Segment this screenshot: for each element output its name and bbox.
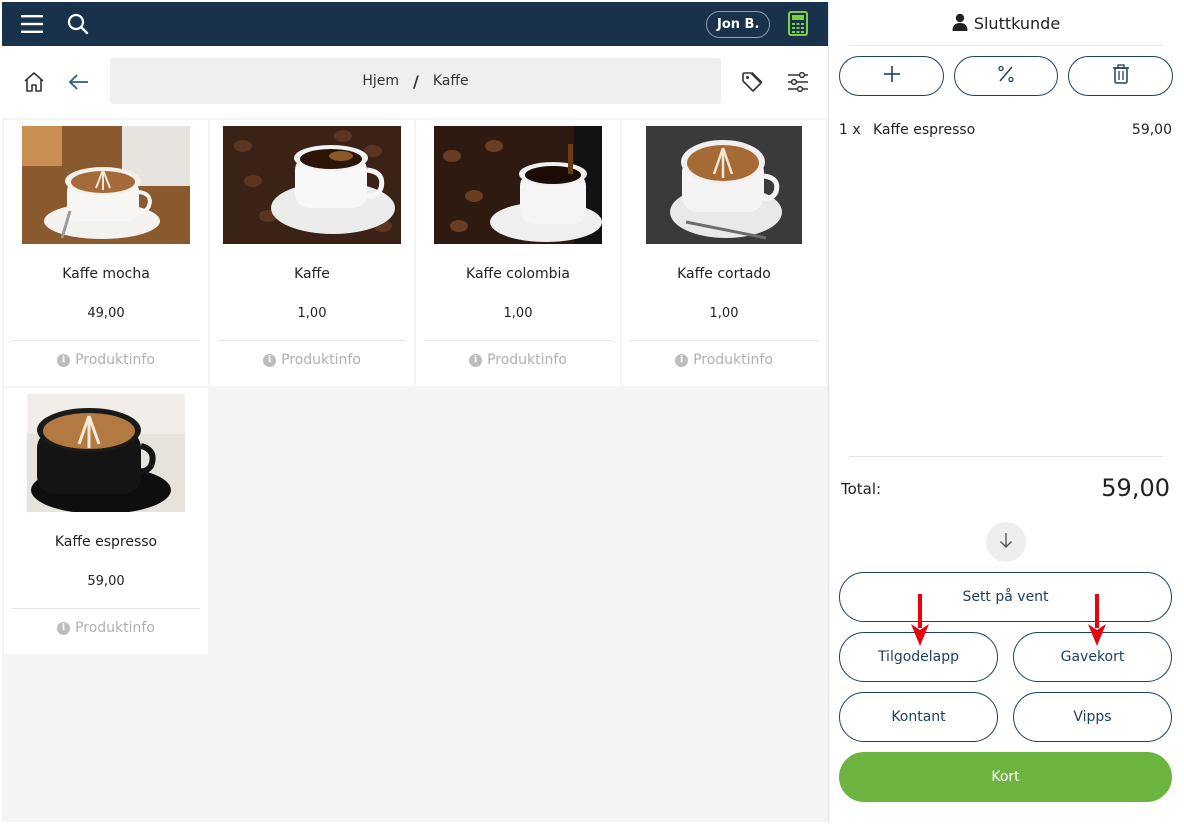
card-divider (12, 608, 200, 609)
user-button[interactable]: Jon B. (706, 11, 771, 38)
top-bar: Jon B. (2, 2, 828, 46)
product-info-label: Produktinfo (693, 352, 773, 368)
filter-sliders-icon[interactable] (783, 67, 813, 97)
product-price: 1,00 (503, 306, 533, 321)
product-card-kaffe-cortado[interactable]: Kaffe cortado 1,00 i Produktinfo (622, 120, 826, 386)
product-info-label: Produktinfo (75, 352, 155, 368)
product-info-link[interactable]: i Produktinfo (4, 352, 208, 368)
breadcrumb-home[interactable]: Hjem (362, 73, 399, 89)
product-grid: Kaffe mocha 49,00 i Produktinfo Kaffe 1,… (2, 118, 828, 822)
product-image (22, 126, 190, 244)
product-info-link[interactable]: i Produktinfo (416, 352, 620, 368)
info-icon: i (57, 621, 71, 635)
product-area: Jon B. Hjem / Kaffe Kaffe mocha 49,00 i … (2, 2, 828, 822)
product-price: 49,00 (87, 306, 125, 321)
card-divider (630, 340, 818, 341)
back-arrow-icon[interactable] (64, 67, 94, 97)
product-info-label: Produktinfo (487, 352, 567, 368)
hamburger-menu-icon[interactable] (18, 10, 46, 38)
product-price: 1,00 (297, 306, 327, 321)
calculator-icon[interactable] (788, 11, 808, 36)
line-item-quantity: 1 x (839, 122, 861, 138)
card-divider (218, 340, 406, 341)
navigation-bar: Hjem / Kaffe (2, 46, 828, 118)
product-info-label: Produktinfo (281, 352, 361, 368)
breadcrumb-separator: / (413, 71, 419, 91)
product-name: Kaffe cortado (677, 266, 771, 282)
product-name: Kaffe colombia (466, 266, 570, 282)
product-image (434, 126, 602, 244)
info-icon: i (57, 353, 71, 367)
product-card-kaffe[interactable]: Kaffe 1,00 i Produktinfo (210, 120, 414, 386)
customer-selector[interactable]: Sluttkunde (849, 2, 1163, 46)
breadcrumb-current: Kaffe (432, 73, 469, 89)
plus-icon (883, 65, 901, 87)
card-divider (12, 340, 200, 341)
product-name: Kaffe (294, 266, 330, 282)
arrow-down-icon (999, 532, 1013, 552)
product-info-link[interactable]: i Produktinfo (210, 352, 414, 368)
hold-button[interactable]: Sett på vent (839, 572, 1172, 622)
customer-name: Sluttkunde (973, 14, 1061, 33)
product-image (27, 394, 185, 512)
percent-icon (997, 65, 1015, 87)
delete-button[interactable] (1068, 56, 1173, 96)
product-price: 59,00 (87, 574, 125, 589)
product-card-kaffe-mocha[interactable]: Kaffe mocha 49,00 i Produktinfo (4, 120, 208, 386)
annotation-arrow-icon (911, 594, 929, 646)
total-value: 59,00 (1101, 474, 1170, 502)
line-item-price: 59,00 (1131, 122, 1172, 138)
expand-down-button[interactable] (986, 522, 1026, 562)
search-icon[interactable] (64, 10, 92, 38)
home-icon[interactable] (19, 67, 49, 97)
product-name: Kaffe mocha (62, 266, 150, 282)
annotation-arrow-icon (1088, 594, 1106, 646)
info-icon: i (469, 353, 483, 367)
card-payment-button[interactable]: Kort (839, 752, 1172, 802)
product-info-link[interactable]: i Produktinfo (622, 352, 826, 368)
cart-line-item[interactable]: 1 x Kaffe espresso 59,00 (839, 122, 1172, 138)
product-image (646, 126, 802, 244)
product-info-link[interactable]: i Produktinfo (4, 620, 208, 636)
product-price: 1,00 (709, 306, 739, 321)
cash-button[interactable]: Kontant (839, 692, 998, 742)
product-info-label: Produktinfo (75, 620, 155, 636)
line-item-name: Kaffe espresso (873, 122, 976, 138)
vipps-button[interactable]: Vipps (1013, 692, 1172, 742)
info-icon: i (675, 353, 689, 367)
add-item-button[interactable] (839, 56, 944, 96)
tag-icon[interactable] (737, 67, 767, 97)
product-name: Kaffe espresso (54, 534, 158, 550)
person-icon (952, 13, 968, 35)
product-card-kaffe-colombia[interactable]: Kaffe colombia 1,00 i Produktinfo (416, 120, 620, 386)
cart-panel: Sluttkunde 1 x Kaffe espresso 59,00 Tota… (828, 2, 1182, 822)
info-icon: i (263, 353, 277, 367)
breadcrumb: Hjem / Kaffe (110, 58, 721, 104)
product-image (223, 126, 401, 244)
trash-icon (1112, 64, 1130, 88)
card-divider (424, 340, 612, 341)
total-label: Total: (841, 480, 882, 498)
summary-divider (849, 456, 1163, 457)
discount-button[interactable] (954, 56, 1058, 96)
product-card-kaffe-espresso[interactable]: Kaffe espresso 59,00 i Produktinfo (4, 388, 208, 654)
